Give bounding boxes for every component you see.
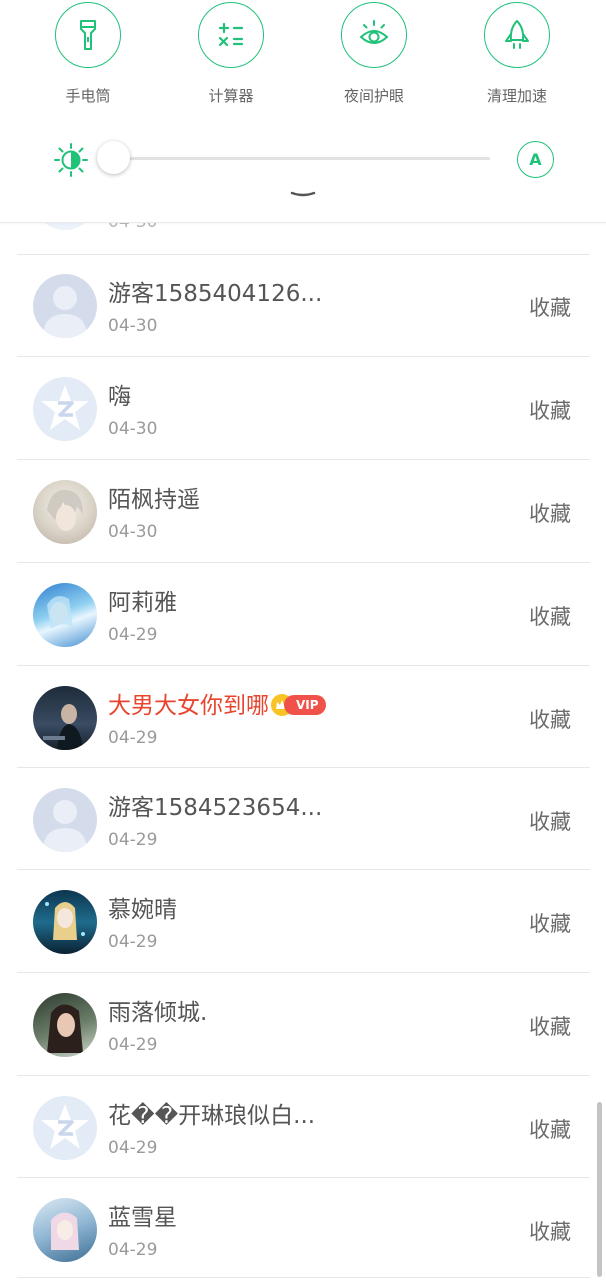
calculator-label: 计算器 [208, 87, 254, 105]
item-date: 04-29 [108, 728, 158, 748]
brightness-row: A [0, 138, 606, 182]
item-date: 04-30 [108, 419, 158, 439]
avatar [33, 686, 97, 750]
brightness-slider-thumb[interactable] [97, 141, 130, 174]
scrollbar[interactable] [597, 1102, 602, 1277]
avatar [33, 377, 97, 441]
list-item[interactable]: 花��开琳琅似白... 04-29 收藏 [0, 1076, 606, 1178]
user-name: 花��开琳琅似白... [108, 1103, 316, 1129]
eye-care-icon[interactable] [341, 2, 407, 68]
list-item[interactable]: 大男大女你到哪 VIP 04-29 收藏 [0, 666, 606, 768]
favorite-button[interactable]: 收藏 [529, 806, 571, 836]
speedup-label: 清理加速 [486, 87, 547, 105]
item-date: 04-30 [108, 316, 158, 336]
brightness-slider-track[interactable] [100, 157, 490, 160]
user-name: 游客1584523654... [108, 795, 323, 821]
eye-care-tile[interactable]: 夜间护眼 [314, 0, 434, 106]
quick-settings-panel: 手电筒 计算器 夜间护眼 清理加速 A [0, 0, 606, 223]
rocket-icon[interactable] [484, 2, 550, 68]
divider [17, 1277, 590, 1278]
favorite-button[interactable]: 收藏 [529, 1114, 571, 1144]
list-item[interactable]: 游客1584523654... 04-29 收藏 [0, 768, 606, 870]
flashlight-label: 手电筒 [65, 87, 111, 105]
calculator-icon[interactable] [198, 2, 264, 68]
auto-brightness-button[interactable]: A [517, 141, 554, 178]
avatar [33, 480, 97, 544]
avatar [33, 1096, 97, 1160]
list-item[interactable]: 游客1585404126... 04-30 收藏 [0, 254, 606, 356]
list-item[interactable]: 雨落倾城. 04-29 收藏 [0, 973, 606, 1075]
user-name: 大男大女你到哪 VIP [108, 686, 326, 720]
user-name: 游客1585404126... [108, 281, 323, 307]
calculator-tile[interactable]: 计算器 [171, 0, 291, 106]
collapse-handle-icon[interactable] [290, 188, 316, 200]
eye-care-label: 夜间护眼 [343, 87, 404, 105]
favorite-button[interactable]: 收藏 [529, 601, 571, 631]
item-date: 04-29 [108, 625, 158, 645]
avatar [33, 890, 97, 954]
item-date: 04-30 [108, 522, 158, 542]
list-item[interactable]: 阿莉雅 04-29 收藏 [0, 563, 606, 665]
item-date: 04-29 [108, 1138, 158, 1158]
favorite-button[interactable]: 收藏 [529, 292, 571, 322]
vip-label: VIP [284, 694, 326, 715]
user-name: 慕婉晴 [108, 897, 177, 923]
avatar [33, 274, 97, 338]
favorite-button[interactable]: 收藏 [529, 1216, 571, 1246]
favorite-button[interactable]: 收藏 [529, 395, 571, 425]
item-date: 04-29 [108, 830, 158, 850]
brightness-icon [54, 143, 88, 177]
user-name: 蓝雪星 [108, 1205, 177, 1231]
user-name: 阿莉雅 [108, 590, 177, 616]
favorite-button[interactable]: 收藏 [529, 908, 571, 938]
flashlight-icon[interactable] [55, 2, 121, 68]
item-date: 04-29 [108, 1035, 158, 1055]
avatar [33, 788, 97, 852]
item-date: 04-29 [108, 1240, 158, 1260]
avatar [33, 583, 97, 647]
favorite-button[interactable]: 收藏 [529, 704, 571, 734]
list-item[interactable]: 蓝雪星 04-29 收藏 [0, 1178, 606, 1280]
favorite-button[interactable]: 收藏 [529, 498, 571, 528]
speedup-tile[interactable]: 清理加速 [457, 0, 577, 106]
user-name-text: 大男大女你到哪 [108, 693, 269, 719]
avatar [33, 1198, 97, 1262]
flashlight-tile[interactable]: 手电筒 [28, 0, 148, 106]
avatar [33, 993, 97, 1057]
list-item[interactable]: 陌枫持遥 04-30 收藏 [0, 460, 606, 562]
list-item[interactable]: 慕婉晴 04-29 收藏 [0, 870, 606, 972]
item-date: 04-29 [108, 932, 158, 952]
user-name: 雨落倾城. [108, 1000, 208, 1026]
favorite-button[interactable]: 收藏 [529, 1011, 571, 1041]
vip-badge: VIP [271, 693, 326, 716]
user-name: 陌枫持遥 [108, 487, 200, 513]
list-item[interactable]: 嗨 04-30 收藏 [0, 357, 606, 459]
user-name: 嗨 [108, 384, 131, 410]
